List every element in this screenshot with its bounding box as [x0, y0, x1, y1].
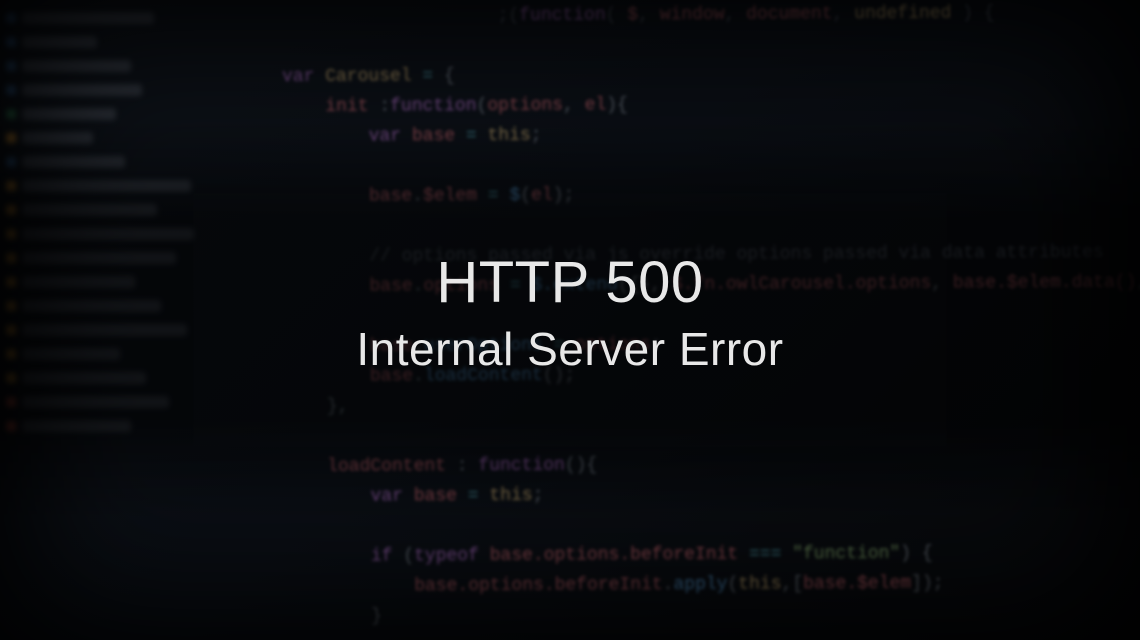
- file-icon: [6, 13, 16, 23]
- file-tree-item: [6, 80, 194, 100]
- file-tree-item: [6, 56, 194, 76]
- file-icon: [6, 109, 16, 119]
- file-icon: [6, 61, 16, 71]
- file-name-placeholder: [22, 108, 116, 120]
- file-name-placeholder: [22, 12, 154, 24]
- file-icon: [6, 85, 16, 95]
- file-name-placeholder: [22, 84, 142, 96]
- file-tree-item: [6, 32, 194, 52]
- error-message: Internal Server Error: [0, 321, 1140, 379]
- file-name-placeholder: [22, 60, 131, 72]
- file-name-placeholder: [22, 36, 97, 48]
- file-tree-item: [6, 8, 194, 28]
- error-title-block: HTTP 500 Internal Server Error: [0, 250, 1140, 378]
- error-hero: ;(function( $, window, document, undefin…: [0, 0, 1140, 640]
- file-icon: [6, 37, 16, 47]
- error-code: HTTP 500: [0, 250, 1140, 317]
